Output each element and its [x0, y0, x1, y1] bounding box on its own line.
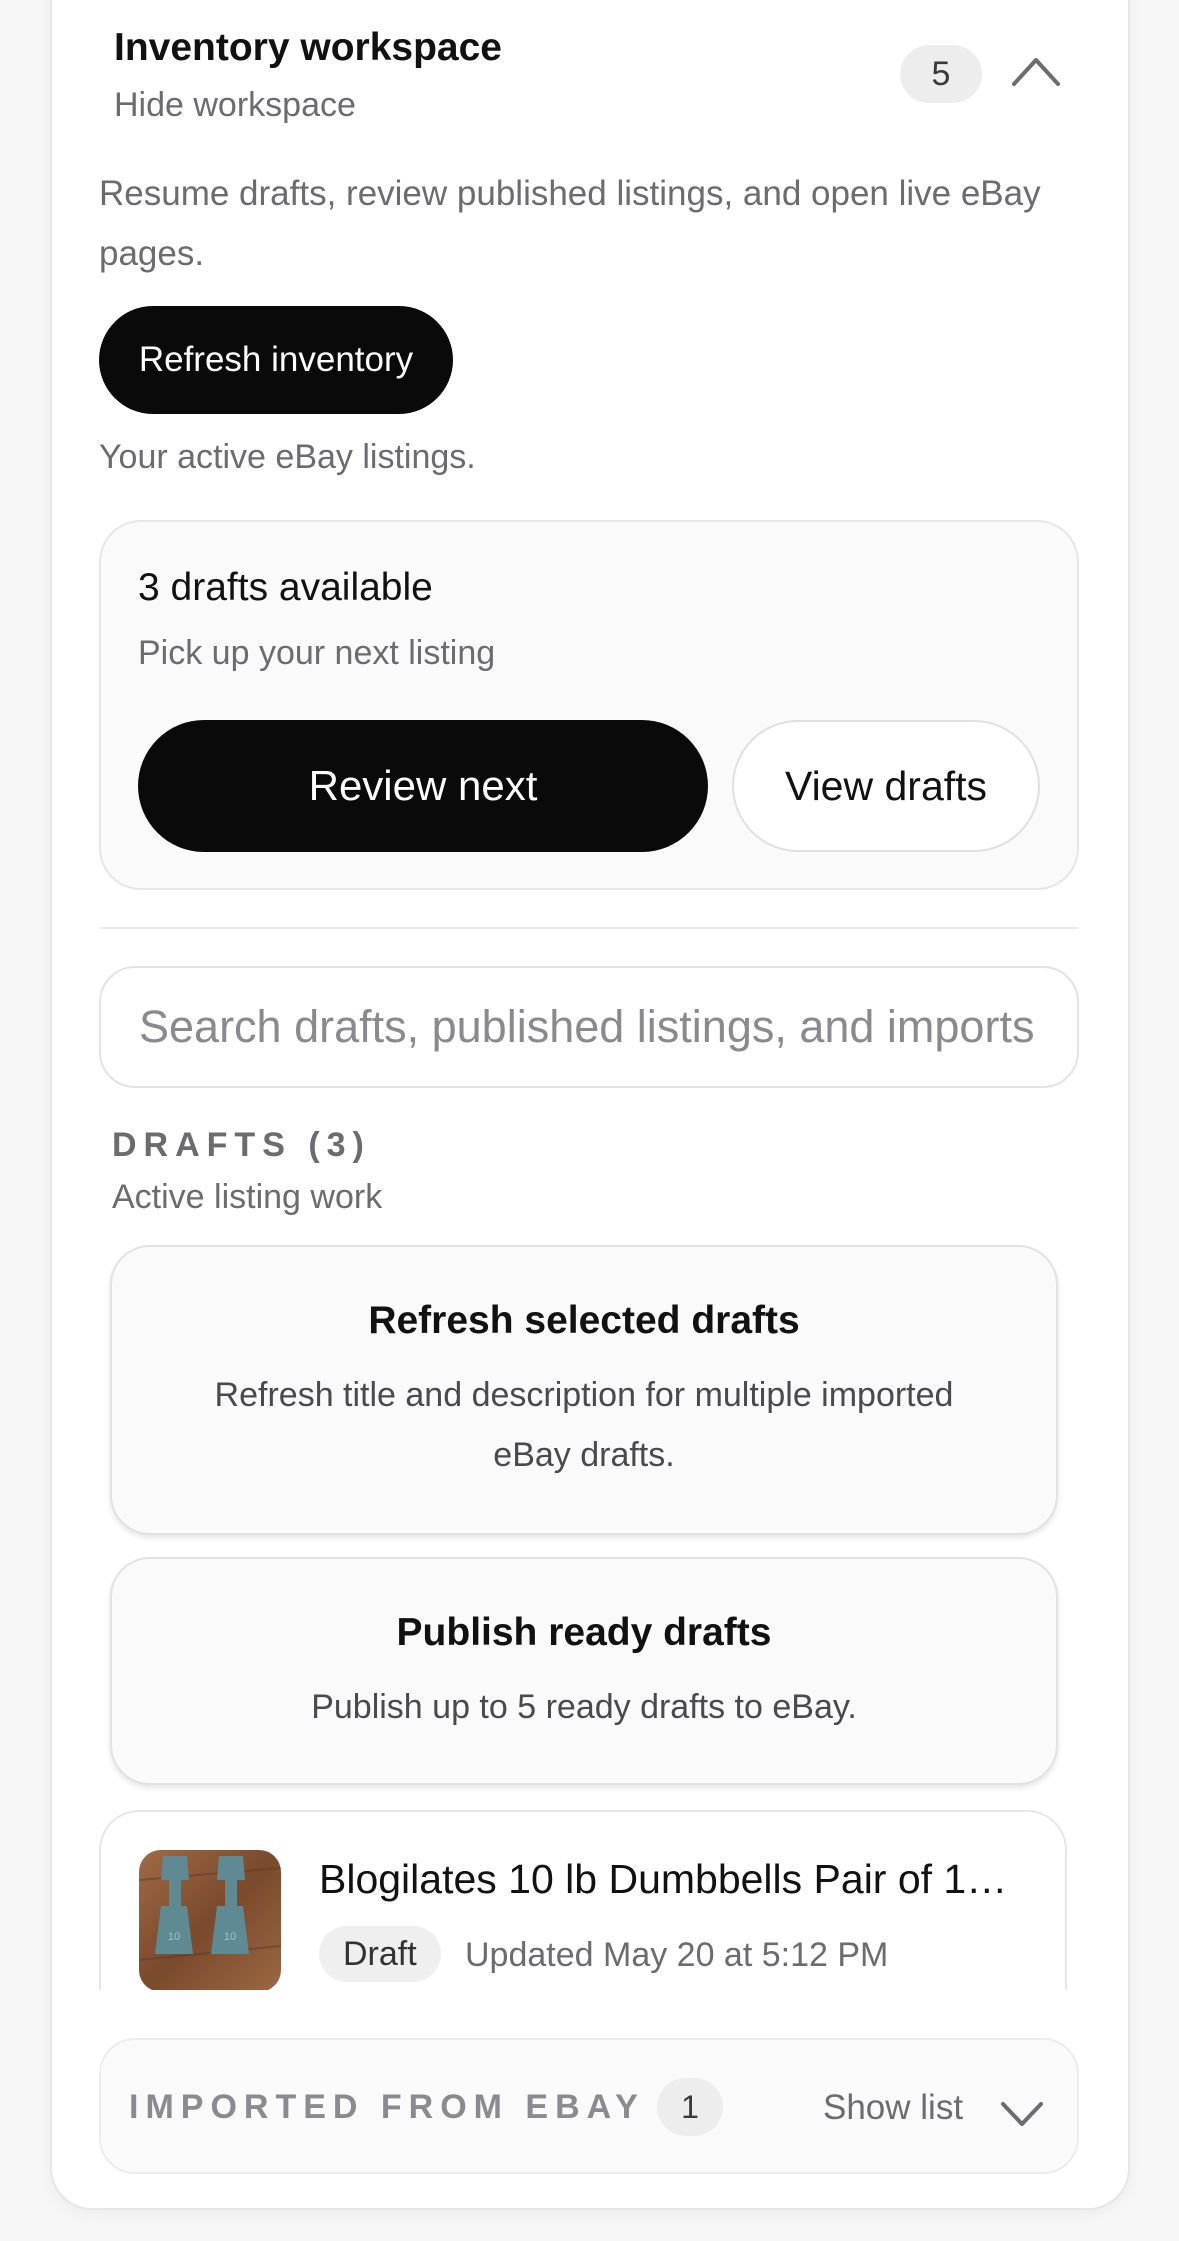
imported-section-label: IMPORTED FROM EBAY — [129, 2088, 645, 2126]
refresh-inventory-button[interactable]: Refresh inventory — [99, 306, 453, 414]
dumbbells-image-icon: 10 10 — [139, 1850, 281, 1990]
status-badge: Draft — [319, 1926, 441, 1982]
svg-text:10: 10 — [224, 1931, 236, 1943]
imported-from-ebay-section[interactable]: IMPORTED FROM EBAY 1 Show list — [99, 2038, 1079, 2174]
show-list-toggle[interactable]: Show list — [823, 2088, 963, 2128]
view-drafts-button[interactable]: View drafts — [732, 720, 1040, 852]
dumbbells-thumbnail: 10 10 — [139, 1850, 281, 1990]
workspace-count-badge: 5 — [900, 45, 982, 103]
active-listings-note: Your active eBay listings. — [99, 438, 476, 476]
review-next-button[interactable]: Review next — [138, 720, 708, 852]
chevron-up-icon[interactable] — [1010, 52, 1062, 92]
drafts-available-subtitle: Pick up your next listing — [138, 634, 496, 672]
refresh-selected-drafts-card[interactable]: Refresh selected drafts Refresh title an… — [110, 1245, 1058, 1535]
section-divider — [99, 927, 1079, 929]
drafts-available-title: 3 drafts available — [138, 566, 433, 609]
imported-count-badge: 1 — [657, 2078, 723, 2136]
draft-updated-timestamp: Updated May 20 at 5:12 PM — [465, 1936, 889, 1974]
hide-workspace-link[interactable]: Hide workspace — [114, 86, 356, 125]
draft-item-title: Blogilates 10 lb Dumbbells Pair of 1… — [319, 1856, 1008, 1902]
action-card-title: Refresh selected drafts — [368, 1299, 800, 1342]
action-card-description: Publish up to 5 ready drafts to eBay. — [311, 1688, 857, 1726]
search-input[interactable] — [99, 966, 1079, 1088]
action-card-description: Refresh title and description for multip… — [214, 1376, 954, 1474]
drafts-section-subtitle: Active listing work — [112, 1178, 383, 1216]
svg-text:10: 10 — [168, 1931, 180, 1943]
drafts-section-label: DRAFTS (3) — [112, 1126, 371, 1164]
draft-list-item[interactable]: 10 10 Blogilates 10 lb Dumbbells Pair of… — [99, 1810, 1067, 1990]
publish-ready-drafts-card[interactable]: Publish ready drafts Publish up to 5 rea… — [110, 1557, 1058, 1785]
workspace-title: Inventory workspace — [114, 26, 502, 69]
chevron-down-icon[interactable] — [999, 2098, 1045, 2128]
workspace-description: Resume drafts, review published listings… — [99, 174, 1041, 273]
action-card-title: Publish ready drafts — [396, 1611, 772, 1654]
